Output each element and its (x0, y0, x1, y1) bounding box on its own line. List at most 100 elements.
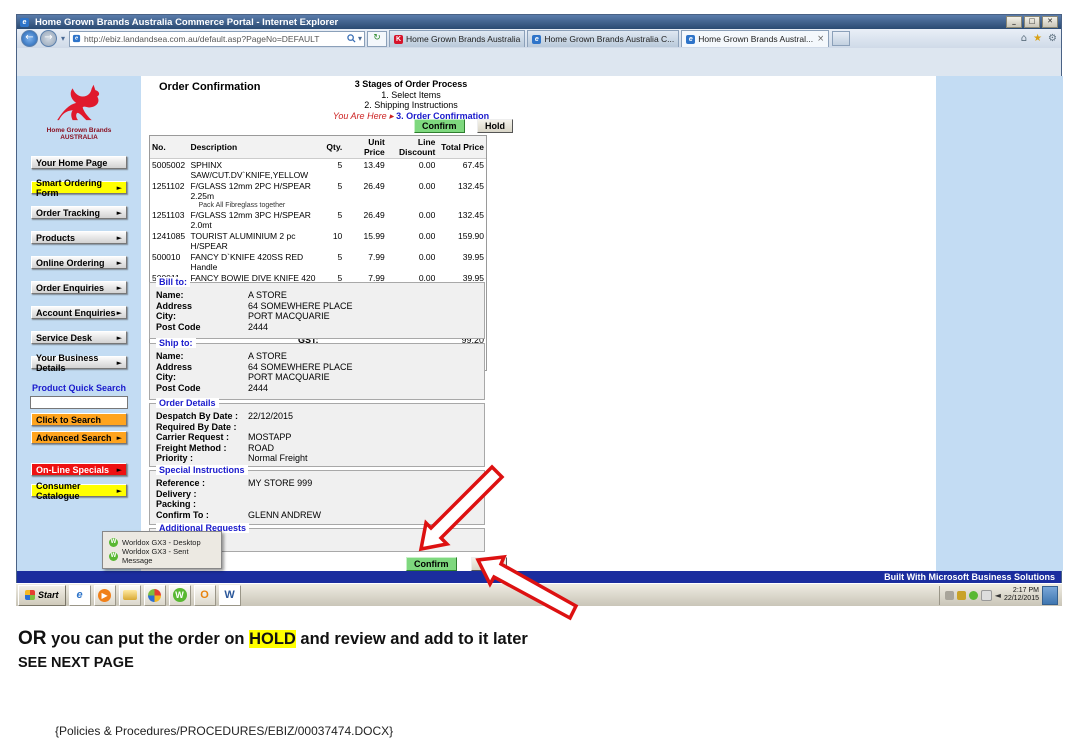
tab-3-active[interactable]: e Home Grown Brands Austral... × (681, 30, 829, 47)
taskbar-clock: 2:17 PM22/12/2015 (1004, 587, 1039, 603)
sidebar-item-your-business-details[interactable]: Your Business Details► (31, 356, 127, 369)
content-gap (812, 76, 936, 571)
tray-icon[interactable] (957, 591, 966, 600)
page-title: Order Confirmation (159, 81, 260, 93)
table-row: 1251103F/GLASS 12mm 3PC H/SPEAR 2.0mt526… (150, 209, 486, 230)
start-button[interactable]: Start (18, 585, 66, 606)
right-panel (936, 76, 1063, 571)
volume-icon[interactable]: ◄ (995, 591, 1001, 600)
url-text[interactable]: http://ebiz.landandsea.com.au/default.as… (84, 34, 347, 44)
bill-to-section: Bill to: Name:A STORE Address64 SOMEWHER… (149, 282, 485, 339)
bottom-action-buttons: Confirm Hold (406, 554, 507, 572)
you-are-here-label: You Are Here ▸ (333, 111, 394, 121)
bill-name: A STORE (248, 290, 287, 301)
hold-highlight: HOLD (249, 630, 296, 648)
table-row: 1241085TOURIST ALUMINIUM 2 pc H/SPEAR101… (150, 230, 486, 251)
brand-favicon: K (394, 35, 403, 44)
close-button[interactable]: ✕ (1042, 16, 1058, 28)
bill-city: PORT MACQUARIE (248, 311, 330, 322)
confirm-button[interactable]: Confirm (406, 557, 457, 571)
restore-button[interactable]: □ (1024, 16, 1040, 28)
refresh-icon[interactable]: ↻ (367, 31, 387, 47)
ship-address: 64 SOMEWHERE PLACE (248, 362, 353, 373)
sidebar-item-smart-ordering-form[interactable]: Smart Ordering Form► (31, 181, 127, 194)
menu-item-worldox-sent-message[interactable]: WWorldox GX3 - Sent Message (103, 549, 221, 563)
col-unit-price: Unit Price (344, 136, 387, 159)
advanced-search-button[interactable]: Advanced Search► (31, 431, 127, 444)
confirm-to: GLENN ANDREW (248, 510, 321, 521)
arrow-icon: ► (117, 284, 122, 292)
annotation-line-1: OR you can put the order on HOLD and rev… (18, 628, 528, 650)
settings-gear-icon[interactable]: ⚙ (1048, 33, 1057, 44)
address-dropdown-icon[interactable]: ▾ (358, 34, 362, 43)
taskbar-word-icon[interactable]: W (219, 585, 241, 606)
table-row: 1251102F/GLASS 12mm 2PC H/SPEAR 2.25m526… (150, 180, 486, 201)
table-note-row: Pack All Fibreglass together (150, 201, 486, 209)
main-content: Order Confirmation 3 Stages of Order Pro… (141, 76, 812, 571)
special-instructions-section: Special Instructions Reference :MY STORE… (149, 470, 485, 525)
confirm-button-top[interactable]: Confirm (414, 119, 465, 133)
taskbar-explorer-icon[interactable] (119, 585, 141, 606)
taskbar-media-player-icon[interactable]: ▶ (94, 585, 116, 606)
arrow-icon: ► (117, 209, 122, 217)
col-no: No. (150, 136, 188, 159)
tab-close-icon[interactable]: × (817, 34, 824, 44)
sidebar-item-account-enquiries[interactable]: Account Enquiries► (31, 306, 127, 319)
windows-flag-icon (25, 590, 35, 600)
favorites-star-icon[interactable]: ★ (1033, 33, 1042, 44)
tab-2[interactable]: e Home Grown Brands Australia C... (527, 30, 679, 47)
nav-right-icons: ⌂ ★ ⚙ (1021, 33, 1057, 44)
sidebar-item-order-tracking[interactable]: Order Tracking► (31, 206, 127, 219)
new-tab-button[interactable] (832, 31, 850, 46)
forward-button[interactable]: → (40, 30, 57, 47)
page: e Home Grown Brands Australia Commerce P… (0, 0, 1084, 746)
address-bar[interactable]: e http://ebiz.landandsea.com.au/default.… (69, 31, 365, 47)
annotation-line-2: SEE NEXT PAGE (18, 655, 134, 671)
tray-flag-icon[interactable] (981, 590, 992, 601)
window-title: Home Grown Brands Australia Commerce Por… (35, 17, 338, 28)
sidebar-item-products[interactable]: Products► (31, 231, 127, 244)
ship-postcode: 2444 (248, 383, 268, 394)
taskbar-worldox-icon[interactable]: W (169, 585, 191, 606)
carrier-request: MOSTAPP (248, 432, 291, 443)
sidebar-item-online-ordering[interactable]: Online Ordering► (31, 256, 127, 269)
hold-button[interactable]: Hold (471, 557, 507, 571)
ie-favicon: e (686, 35, 695, 44)
ship-to-section: Ship to: Name:A STORE Address64 SOMEWHER… (149, 343, 485, 400)
stages-title: 3 Stages of Order Process (301, 79, 521, 90)
taskbar-app-colorful-icon[interactable] (144, 585, 166, 606)
sidebar-item-service-desk[interactable]: Service Desk► (31, 331, 127, 344)
tray-icon[interactable] (945, 591, 954, 600)
history-dropdown-icon[interactable]: ▾ (61, 34, 65, 43)
taskbar-outlook-icon[interactable]: O (194, 585, 216, 606)
online-specials-button[interactable]: On-Line Specials► (31, 463, 127, 476)
product-quick-search-label: Product Quick Search (17, 383, 141, 393)
search-icon[interactable] (347, 34, 356, 43)
special-instructions-legend: Special Instructions (156, 465, 248, 475)
worldox-popup-menu: WWorldox GX3 - Desktop WWorldox GX3 - Se… (102, 531, 222, 569)
sidebar-item-your-home-page[interactable]: Your Home Page (31, 156, 127, 169)
tab-1[interactable]: K Home Grown Brands Australia (389, 30, 525, 47)
document-path-footer: {Policies & Procedures/PROCEDURES/EBIZ/0… (55, 724, 393, 738)
status-bar: Built With Microsoft Business Solutions (17, 571, 1061, 583)
hold-button-top[interactable]: Hold (477, 119, 513, 133)
ship-name: A STORE (248, 351, 287, 362)
tab-3-label: Home Grown Brands Austral... (698, 34, 813, 44)
tray-worldox-icon[interactable] (969, 591, 978, 600)
title-bar: e Home Grown Brands Australia Commerce P… (17, 15, 1061, 29)
ie-favicon: e (532, 35, 541, 44)
show-desktop-button[interactable] (1042, 586, 1058, 605)
home-icon[interactable]: ⌂ (1021, 33, 1027, 44)
freight-method: ROAD (248, 443, 274, 454)
product-quick-search-input[interactable] (30, 396, 128, 409)
navigation-bar: ← → ▾ e http://ebiz.landandsea.com.au/de… (17, 29, 1061, 48)
arrow-icon: ► (117, 334, 122, 342)
click-to-search-button[interactable]: Click to Search (31, 413, 127, 426)
taskbar-ie-icon[interactable]: e (69, 585, 91, 606)
order-stages: 3 Stages of Order Process 1. Select Item… (301, 79, 521, 121)
order-details-section: Order Details Despatch By Date :22/12/20… (149, 403, 485, 467)
minimize-button[interactable]: _ (1006, 16, 1022, 28)
consumer-catalogue-button[interactable]: Consumer Catalogue► (31, 484, 127, 497)
back-button[interactable]: ← (21, 30, 38, 47)
sidebar-item-order-enquiries[interactable]: Order Enquiries► (31, 281, 127, 294)
